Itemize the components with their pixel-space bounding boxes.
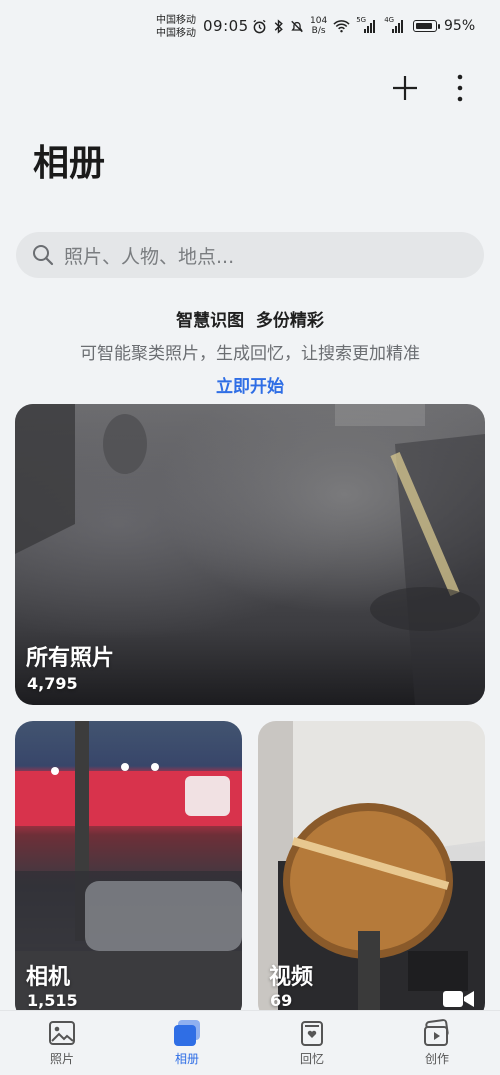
search-placeholder: 照片、人物、地点... [64,245,235,268]
tab-create[interactable]: 创作 [387,1019,487,1067]
signal-5g-icon: 5G [356,16,378,33]
carrier-1: 中国移动 [156,15,196,26]
album-videos[interactable]: 视频 69 [258,721,485,1021]
album-count: 4,795 [27,674,78,693]
status-bar: 中国移动 中国移动 09:05 104 B/s 5G 4G 95% [0,0,500,56]
plus-icon [393,76,417,100]
page-title: 相册 [33,143,106,184]
more-vertical-icon [457,74,463,102]
album-count: 69 [270,991,293,1010]
mute-icon [291,20,303,32]
status-icons: 104 B/s 5G 4G [252,16,406,36]
battery-icon [413,20,440,32]
tab-albums[interactable]: 相册 [137,1019,237,1067]
create-icon [424,1019,449,1046]
search-icon [33,245,54,266]
promo-title: 智慧识图 多份精彩 [176,311,324,331]
signal-4g-icon: 4G [384,16,406,33]
net-speed-unit: B/s [311,26,326,36]
net-speed-value: 104 [310,16,328,26]
tab-label: 相册 [174,1052,199,1066]
promo-description: 可智能聚类照片，生成回忆，让搜索更加精准 [80,344,420,364]
battery-percent: 95% [444,18,476,34]
start-now-link[interactable]: 立即开始 [0,372,500,397]
tab-photos[interactable]: 照片 [12,1019,112,1067]
battery-level [416,23,432,29]
search-bar[interactable]: 照片、人物、地点... [16,232,484,278]
tab-memories[interactable]: 回忆 [262,1019,362,1067]
add-button[interactable] [387,70,423,106]
photo-icon [49,1021,75,1045]
tab-label: 回忆 [299,1052,324,1066]
memories-icon [301,1021,323,1046]
album-count: 1,515 [27,991,78,1010]
tab-label: 照片 [49,1052,74,1066]
album-name: 视频 [269,965,314,990]
wifi-icon [333,20,350,33]
network-speed: 104 B/s [310,16,327,36]
album-name: 相机 [26,965,71,990]
alarm-icon [253,19,266,33]
more-options-button[interactable] [442,70,478,106]
tab-label: 创作 [424,1052,449,1066]
carrier-names: 中国移动 中国移动 [156,14,196,40]
carrier-2: 中国移动 [156,28,196,39]
album-name: 所有照片 [26,646,115,671]
status-time: 09:05 [203,17,249,35]
album-all-photos[interactable]: 所有照片 4,795 [15,404,485,705]
bluetooth-icon [274,18,283,34]
bottom-navigation: 照片 相册 回忆 创作 [0,1010,500,1075]
album-camera[interactable]: 相机 1,515 [15,721,242,1021]
smart-recognition-promo: 智慧识图 多份精彩 可智能聚类照片，生成回忆，让搜索更加精准 立即开始 [0,306,500,397]
album-icon [174,1020,200,1046]
video-camera-icon [443,991,474,1007]
